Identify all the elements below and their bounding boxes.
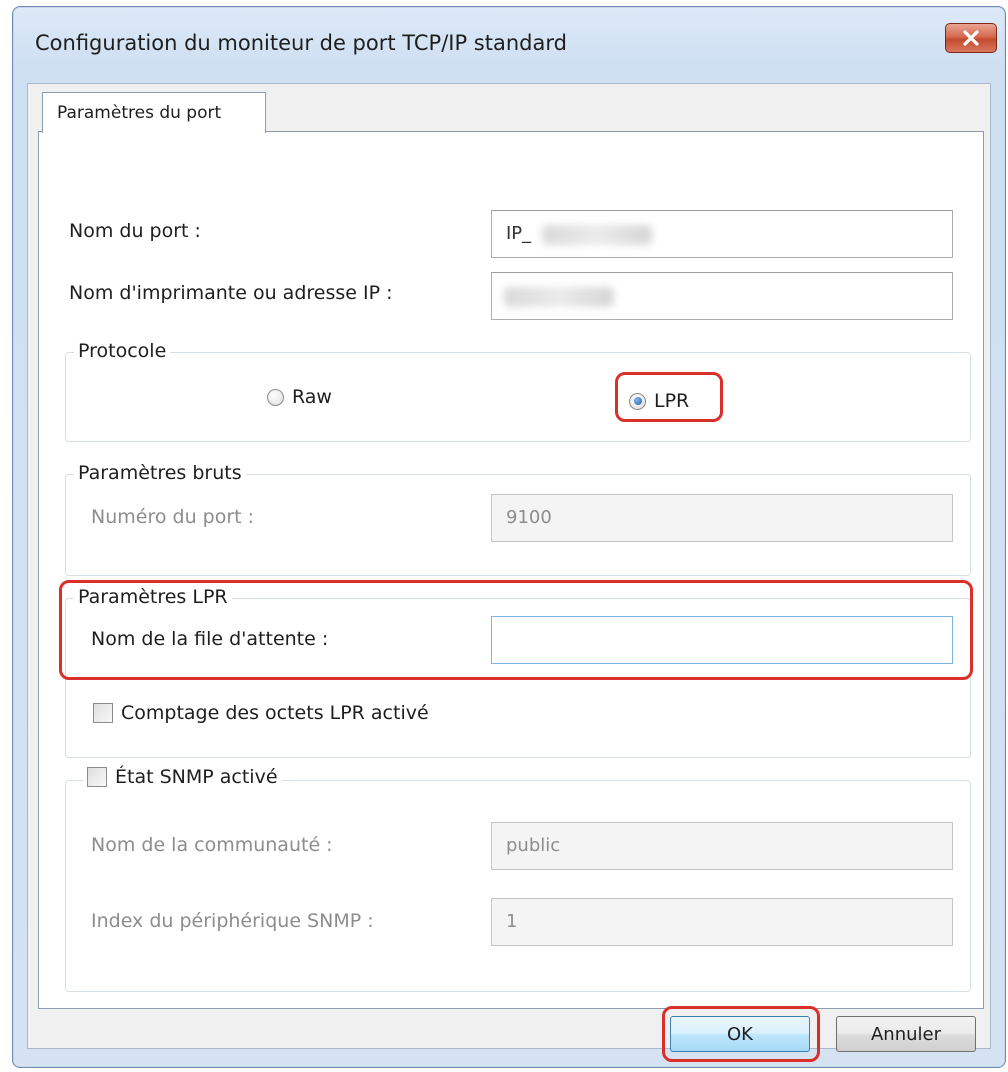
queue-name-input[interactable] [491, 616, 953, 664]
snmp-device-index-label: Index du périphérique SNMP : [91, 910, 374, 932]
window-title: Configuration du moniteur de port TCP/IP… [35, 31, 567, 55]
lpr-settings-legend: Paramètres LPR [74, 586, 232, 608]
cancel-button[interactable]: Annuler [836, 1016, 976, 1052]
printer-address-label: Nom d'imprimante ou adresse IP : [69, 282, 393, 304]
lpr-byte-count-label: Comptage des octets LPR activé [121, 702, 429, 724]
port-number-value: 9100 [506, 507, 552, 528]
cancel-button-label: Annuler [870, 1023, 941, 1045]
dialog-window: Configuration du moniteur de port TCP/IP… [12, 6, 1006, 1068]
ok-button[interactable]: OK [670, 1016, 810, 1052]
dialog-client-area: Paramètres du port Nom du port : IP_ Nom… [27, 83, 991, 1062]
close-button[interactable] [945, 23, 997, 53]
port-name-value: IP_ [506, 223, 532, 244]
protocol-group: Protocole [65, 340, 971, 442]
radio-raw-label: Raw [292, 386, 332, 408]
snmp-group [65, 780, 971, 992]
port-number-label: Numéro du port : [91, 506, 255, 528]
snmp-status-checkbox[interactable]: État SNMP activé [83, 766, 282, 788]
redacted-text [504, 287, 614, 307]
community-name-label: Nom de la communauté : [91, 834, 333, 856]
radio-lpr[interactable]: LPR [629, 390, 689, 412]
radio-lpr-label: LPR [654, 390, 690, 412]
raw-settings-legend: Paramètres bruts [74, 462, 246, 484]
port-number-input[interactable]: 9100 [491, 494, 953, 542]
close-icon [963, 30, 979, 46]
snmp-status-label: État SNMP activé [115, 766, 278, 788]
lpr-byte-count-box[interactable] [93, 703, 113, 723]
printer-address-input[interactable] [491, 272, 953, 320]
protocol-legend: Protocole [74, 340, 171, 362]
radio-raw[interactable]: Raw [267, 386, 332, 408]
snmp-device-index-input[interactable]: 1 [491, 898, 953, 946]
port-name-label: Nom du port : [69, 220, 201, 242]
snmp-device-index-value: 1 [506, 911, 518, 932]
tab-label: Paramètres du port [57, 103, 222, 123]
title-bar[interactable]: Configuration du moniteur de port TCP/IP… [13, 7, 1005, 83]
community-name-value: public [506, 835, 561, 856]
redacted-text [542, 225, 652, 245]
tab-panel: Nom du port : IP_ Nom d'imprimante ou ad… [38, 131, 984, 1009]
port-name-input[interactable]: IP_ [491, 210, 953, 258]
community-name-input[interactable]: public [491, 822, 953, 870]
ok-button-label: OK [727, 1023, 753, 1045]
radio-raw-button[interactable] [267, 388, 284, 406]
tab-port-settings[interactable]: Paramètres du port [42, 92, 266, 133]
lpr-byte-count-checkbox[interactable]: Comptage des octets LPR activé [93, 702, 429, 724]
radio-lpr-button[interactable] [629, 392, 646, 410]
snmp-status-box[interactable] [87, 767, 107, 787]
queue-name-label: Nom de la file d'attente : [91, 628, 329, 650]
